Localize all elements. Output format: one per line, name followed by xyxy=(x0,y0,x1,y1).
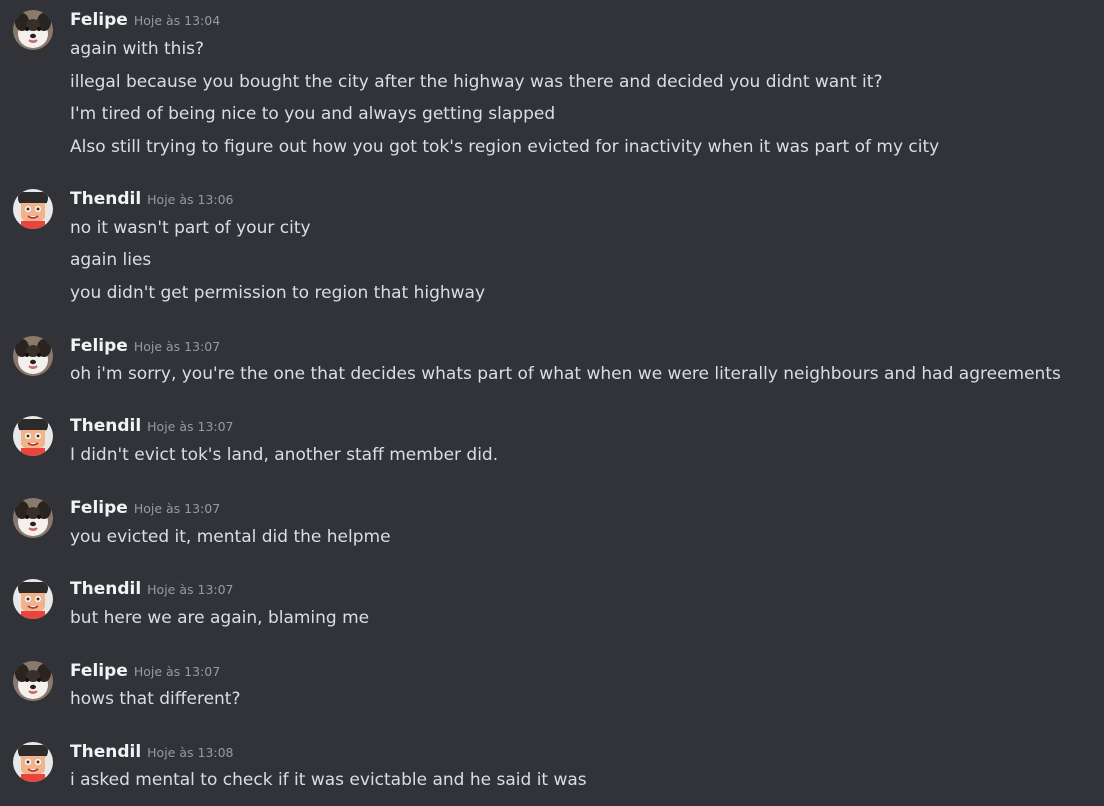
dog-avatar-icon[interactable] xyxy=(13,661,53,701)
message-text: but here we are again, blaming me xyxy=(70,608,370,628)
username[interactable]: Felipe xyxy=(70,498,128,518)
message-header: Thendil Hoje às 13:06 xyxy=(70,189,234,211)
message-text: I didn't evict tok's land, another staff… xyxy=(70,445,499,465)
username[interactable]: Felipe xyxy=(70,10,128,30)
username[interactable]: Thendil xyxy=(70,189,141,209)
cartoon-boy-avatar-icon[interactable] xyxy=(13,742,53,782)
message-header: Thendil Hoje às 13:08 xyxy=(70,742,234,764)
cartoon-boy-avatar-icon[interactable] xyxy=(13,579,53,619)
timestamp: Hoje às 13:07 xyxy=(147,419,234,434)
dog-avatar-icon[interactable] xyxy=(13,336,53,376)
message-text: illegal because you bought the city afte… xyxy=(70,72,883,92)
timestamp: Hoje às 13:06 xyxy=(147,192,234,207)
message-text: hows that different? xyxy=(70,689,241,709)
timestamp: Hoje às 13:07 xyxy=(147,582,234,597)
message-text: I'm tired of being nice to you and alway… xyxy=(70,104,556,124)
message-header: Thendil Hoje às 13:07 xyxy=(70,579,234,601)
timestamp: Hoje às 13:08 xyxy=(147,745,234,760)
cartoon-boy-avatar-icon[interactable] xyxy=(13,416,53,456)
message-text: again lies xyxy=(70,250,152,270)
message-text: again with this? xyxy=(70,39,205,59)
message-text: oh i'm sorry, you're the one that decide… xyxy=(70,364,1061,384)
timestamp: Hoje às 13:07 xyxy=(133,664,221,679)
username[interactable]: Felipe xyxy=(70,336,128,356)
message-header: Felipe Hoje às 13:07 xyxy=(70,661,220,683)
dog-avatar-icon[interactable] xyxy=(13,498,53,538)
message-header: Thendil Hoje às 13:07 xyxy=(70,416,234,438)
cartoon-boy-avatar-icon[interactable] xyxy=(13,189,53,229)
username[interactable]: Thendil xyxy=(70,579,141,599)
timestamp: Hoje às 13:07 xyxy=(133,339,221,354)
username[interactable]: Felipe xyxy=(70,661,128,681)
message-text: no it wasn't part of your city xyxy=(70,218,311,238)
message-text: Also still trying to figure out how you … xyxy=(70,137,940,157)
dog-avatar-icon[interactable] xyxy=(13,10,53,50)
username[interactable]: Thendil xyxy=(70,742,141,762)
message-text: i asked mental to check if it was evicta… xyxy=(70,770,587,790)
message-header: Felipe Hoje às 13:07 xyxy=(70,336,220,358)
timestamp: Hoje às 13:07 xyxy=(133,501,221,516)
timestamp: Hoje às 13:04 xyxy=(133,13,221,28)
message-text: you evicted it, mental did the helpme xyxy=(70,527,391,547)
username[interactable]: Thendil xyxy=(70,416,141,436)
message-header: Felipe Hoje às 13:07 xyxy=(70,498,220,520)
message-header: Felipe Hoje às 13:04 xyxy=(70,10,220,32)
message-text: you didn't get permission to region that… xyxy=(70,283,486,303)
chat-message-list: Felipe Hoje às 13:04 again with this? ill… xyxy=(0,0,1104,806)
